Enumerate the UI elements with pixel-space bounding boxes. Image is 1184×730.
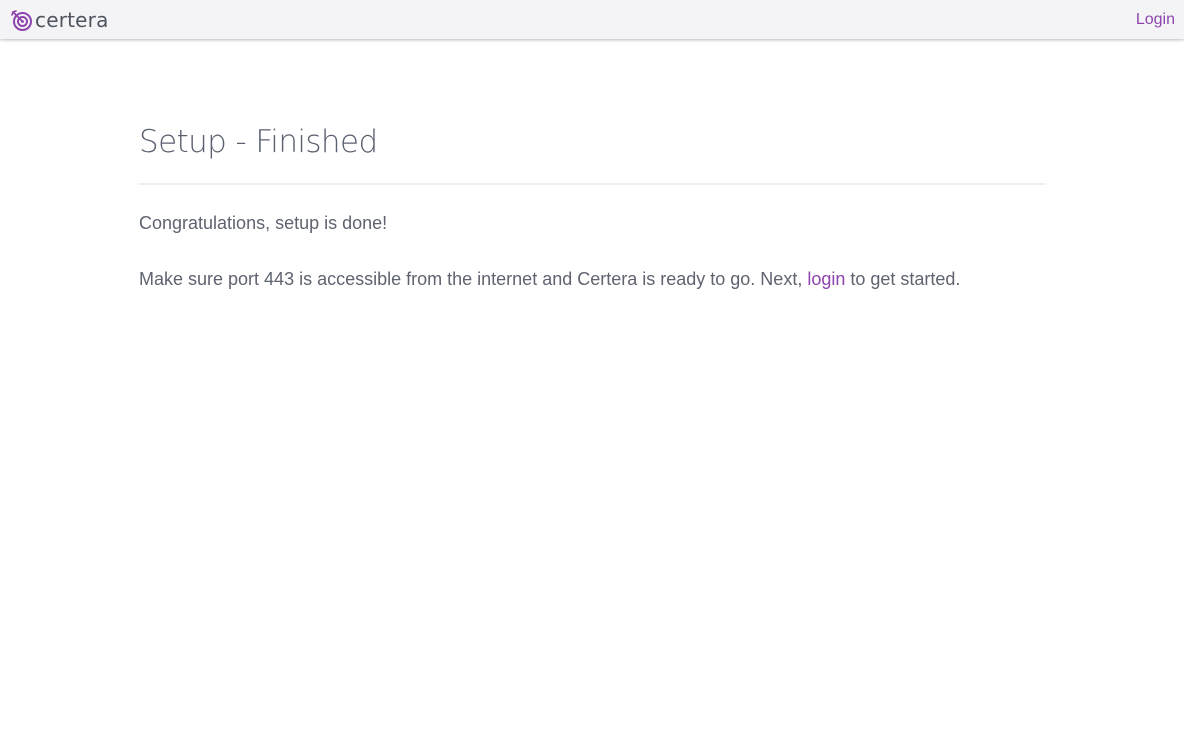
target-icon <box>10 9 33 32</box>
instructions-message: Make sure port 443 is accessible from th… <box>139 267 1045 291</box>
login-link[interactable]: Login <box>1136 10 1175 30</box>
page-title: Setup - Finished <box>139 124 378 160</box>
top-navbar: certera Login <box>0 0 1184 39</box>
inline-login-link[interactable]: login <box>807 269 845 289</box>
instructions-text-after: to get started. <box>845 269 961 289</box>
brand-home-link[interactable]: certera <box>10 6 109 34</box>
instructions-text-before: Make sure port 443 is accessible from th… <box>139 269 808 289</box>
brand-name: certera <box>35 8 109 32</box>
congrats-message: Congratulations, setup is done! <box>139 213 388 233</box>
main-content: Setup - Finished Congratulations, setup … <box>139 100 1045 291</box>
title-divider <box>139 183 1045 185</box>
